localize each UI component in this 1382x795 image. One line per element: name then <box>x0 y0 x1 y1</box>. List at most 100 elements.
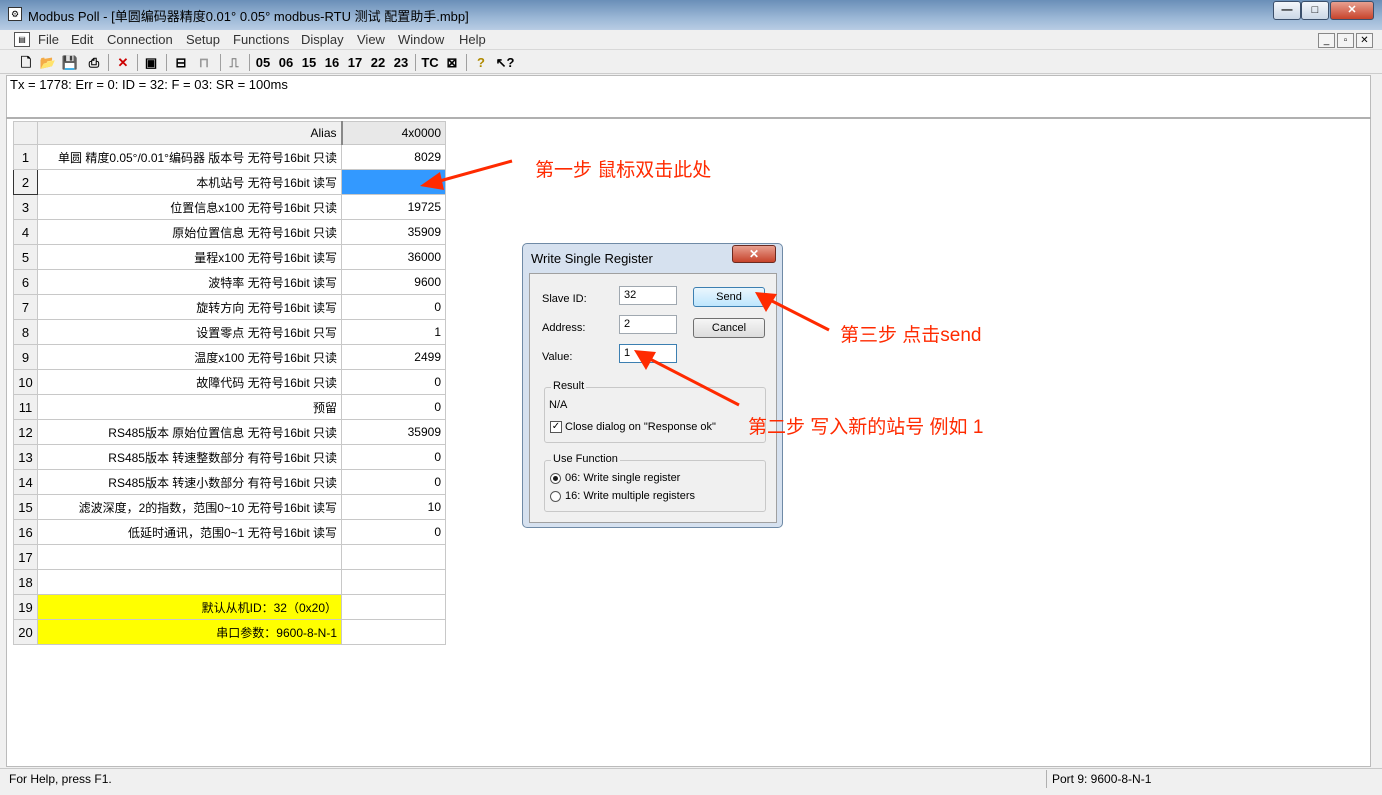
menu-file[interactable]: File <box>38 32 59 47</box>
close-dialog-checkbox[interactable]: ✓ <box>550 421 562 433</box>
register-value-cell[interactable] <box>341 569 446 595</box>
table-row[interactable]: 16 低延时通讯，范围0~1 无符号16bit 读写 0 <box>13 519 446 545</box>
alias-cell[interactable]: RS485版本 原始位置信息 无符号16bit 只读 <box>37 419 342 445</box>
register-value-cell[interactable]: 19725 <box>341 194 446 220</box>
fc-16-button[interactable]: 16 <box>322 53 342 72</box>
alias-cell[interactable]: 位置信息x100 无符号16bit 只读 <box>37 194 342 220</box>
register-value-cell[interactable]: 0 <box>341 469 446 495</box>
menu-functions[interactable]: Functions <box>233 32 289 47</box>
alias-cell[interactable]: 低延时通讯，范围0~1 无符号16bit 读写 <box>37 519 342 545</box>
alias-cell[interactable]: 原始位置信息 无符号16bit 只读 <box>37 219 342 245</box>
mdi-minimize-button[interactable]: _ <box>1318 33 1335 48</box>
alias-cell[interactable]: 波特率 无符号16bit 读写 <box>37 269 342 295</box>
pulse-icon[interactable]: ⎍ <box>225 53 243 72</box>
register-value-cell[interactable]: 8029 <box>341 144 446 170</box>
menu-connection[interactable]: Connection <box>107 32 173 47</box>
document-icon[interactable]: ▤ <box>14 32 30 47</box>
register-value-cell[interactable]: 0 <box>341 444 446 470</box>
fc-17-button[interactable]: 17 <box>345 53 365 72</box>
alias-cell[interactable]: 预留 <box>37 394 342 420</box>
menu-help[interactable]: Help <box>459 32 486 47</box>
register-value-cell[interactable]: 36000 <box>341 244 446 270</box>
table-row[interactable]: 10 故障代码 无符号16bit 只读 0 <box>13 369 446 395</box>
alias-cell[interactable] <box>37 544 342 570</box>
minimize-button[interactable]: — <box>1273 1 1301 20</box>
fn06-radio[interactable] <box>550 473 561 484</box>
table-row[interactable]: 9 温度x100 无符号16bit 只读 2499 <box>13 344 446 370</box>
slave-id-field[interactable]: 32 <box>619 286 677 305</box>
table-row[interactable]: 19 默认从机ID：32（0x20） <box>13 594 446 620</box>
alias-cell[interactable]: 故障代码 无符号16bit 只读 <box>37 369 342 395</box>
maximize-button[interactable]: □ <box>1301 1 1329 20</box>
register-value-cell[interactable]: 0 <box>341 394 446 420</box>
register-value-cell[interactable]: 35909 <box>341 419 446 445</box>
alias-cell[interactable]: 默认从机ID：32（0x20） <box>37 594 342 620</box>
alias-cell[interactable]: RS485版本 转速小数部分 有符号16bit 只读 <box>37 469 342 495</box>
register-value-cell[interactable]: 2 <box>341 169 446 195</box>
register-value-cell[interactable]: 0 <box>341 369 446 395</box>
table-row[interactable]: 18 <box>13 569 446 595</box>
address-field[interactable]: 2 <box>619 315 677 334</box>
table-row[interactable]: 5 量程x100 无符号16bit 读写 36000 <box>13 244 446 270</box>
table-row[interactable]: 3 位置信息x100 无符号16bit 只读 19725 <box>13 194 446 220</box>
table-row[interactable]: 14 RS485版本 转速小数部分 有符号16bit 只读 0 <box>13 469 446 495</box>
alias-cell[interactable] <box>37 569 342 595</box>
vertical-scrollbar[interactable] <box>1371 75 1382 767</box>
alias-cell[interactable]: 温度x100 无符号16bit 只读 <box>37 344 342 370</box>
open-icon[interactable]: 📂 <box>39 53 57 72</box>
register-value-cell[interactable] <box>341 619 446 645</box>
menu-view[interactable]: View <box>357 32 385 47</box>
table-row[interactable]: 13 RS485版本 转速整数部分 有符号16bit 只读 0 <box>13 444 446 470</box>
fc-23-button[interactable]: 23 <box>391 53 411 72</box>
menu-display[interactable]: Display <box>301 32 344 47</box>
table-row[interactable]: 1 单圆 精度0.05°/0.01°编码器 版本号 无符号16bit 只读 8029 <box>13 144 446 170</box>
table-row[interactable]: 17 <box>13 544 446 570</box>
fc-22-button[interactable]: 22 <box>368 53 388 72</box>
register-value-cell[interactable]: 35909 <box>341 219 446 245</box>
help-icon[interactable]: ? <box>472 53 490 72</box>
context-help-icon[interactable]: ↖? <box>494 53 516 72</box>
new-icon[interactable]: 🗋 <box>17 53 35 72</box>
register-value-cell[interactable]: 10 <box>341 494 446 520</box>
register-value-cell[interactable]: 2499 <box>341 344 446 370</box>
value-field[interactable]: 1 <box>619 344 677 363</box>
save-icon[interactable]: 💾 <box>61 53 79 72</box>
delete-icon[interactable]: ✕ <box>114 53 132 72</box>
alias-cell[interactable]: 滤波深度，2的指数，范围0~10 无符号16bit 读写 <box>37 494 342 520</box>
table-row[interactable]: 7 旋转方向 无符号16bit 读写 0 <box>13 294 446 320</box>
alias-cell[interactable]: RS485版本 转速整数部分 有符号16bit 只读 <box>37 444 342 470</box>
dialog-close-button[interactable]: ✕ <box>732 245 776 263</box>
lock-icon[interactable]: ⊓ <box>195 53 213 72</box>
table-row[interactable]: 4 原始位置信息 无符号16bit 只读 35909 <box>13 219 446 245</box>
alias-cell[interactable]: 本机站号 无符号16bit 读写 <box>37 169 342 195</box>
register-value-cell[interactable]: 9600 <box>341 269 446 295</box>
alias-cell[interactable]: 设置零点 无符号16bit 只写 <box>37 319 342 345</box>
menu-edit[interactable]: Edit <box>71 32 93 47</box>
mdi-close-button[interactable]: ✕ <box>1356 33 1373 48</box>
fc-06-button[interactable]: 06 <box>276 53 296 72</box>
register-value-cell[interactable]: 1 <box>341 319 446 345</box>
monitor-icon[interactable]: ⊠ <box>443 53 461 72</box>
read-icon[interactable]: ⊟ <box>172 53 190 72</box>
mdi-restore-button[interactable]: ▫ <box>1337 33 1354 48</box>
register-value-cell[interactable] <box>341 594 446 620</box>
alias-cell[interactable]: 单圆 精度0.05°/0.01°编码器 版本号 无符号16bit 只读 <box>37 144 342 170</box>
window-icon[interactable]: ▣ <box>142 53 160 72</box>
send-button[interactable]: Send <box>693 287 765 307</box>
register-value-cell[interactable]: 0 <box>341 294 446 320</box>
alias-cell[interactable]: 旋转方向 无符号16bit 读写 <box>37 294 342 320</box>
print-icon[interactable]: ⎙ <box>85 53 103 72</box>
register-value-cell[interactable]: 0 <box>341 519 446 545</box>
table-row[interactable]: 8 设置零点 无符号16bit 只写 1 <box>13 319 446 345</box>
alias-cell[interactable]: 串口参数：9600-8-N-1 <box>37 619 342 645</box>
close-button[interactable]: ✕ <box>1330 1 1374 20</box>
table-row[interactable]: 6 波特率 无符号16bit 读写 9600 <box>13 269 446 295</box>
tc-button[interactable]: TC <box>420 53 440 72</box>
alias-cell[interactable]: 量程x100 无符号16bit 读写 <box>37 244 342 270</box>
table-row[interactable]: 20 串口参数：9600-8-N-1 <box>13 619 446 645</box>
menu-setup[interactable]: Setup <box>186 32 220 47</box>
table-row[interactable]: 11 预留 0 <box>13 394 446 420</box>
table-row[interactable]: 2 本机站号 无符号16bit 读写 2 <box>13 169 446 195</box>
menu-window[interactable]: Window <box>398 32 444 47</box>
splitter[interactable] <box>6 117 1371 119</box>
